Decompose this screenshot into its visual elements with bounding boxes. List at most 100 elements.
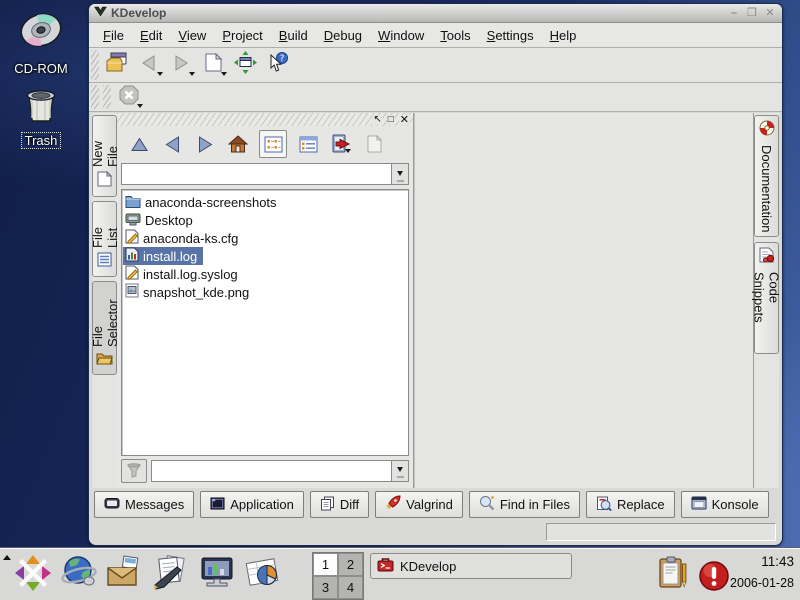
presentation-button[interactable] — [198, 555, 236, 595]
alert-icon[interactable] — [698, 560, 730, 597]
tab-find-in-files[interactable]: Find in Files — [469, 491, 580, 518]
pager-desktop-3[interactable]: 3 — [313, 576, 338, 599]
dropdown-arrow-icon[interactable] — [221, 72, 227, 79]
desktop-icon-label[interactable]: Trash — [21, 132, 62, 149]
toolbar-handle[interactable] — [91, 85, 99, 109]
switch-window-icon — [234, 51, 257, 79]
combo-dropdown-button[interactable] — [391, 461, 408, 481]
tab-code-snippets[interactable]: Code Snippets — [754, 242, 779, 354]
menu-view[interactable]: View — [170, 25, 214, 46]
word-processor-button[interactable] — [152, 555, 190, 595]
file-row[interactable]: anaconda-ks.cfg — [123, 229, 407, 247]
new-file-button[interactable] — [197, 51, 229, 79]
folder-icon — [125, 194, 141, 211]
filter-input[interactable] — [152, 461, 391, 481]
new-file-icon — [97, 167, 112, 192]
file-row[interactable]: anaconda-screenshots — [123, 193, 407, 211]
tab-replace[interactable]: Replace — [586, 491, 675, 518]
detailed-view-button[interactable] — [296, 132, 320, 156]
tab-diff[interactable]: Diff — [310, 491, 369, 518]
tab-konsole[interactable]: Konsole — [681, 491, 769, 518]
filter-button[interactable] — [121, 459, 147, 483]
menu-project[interactable]: Project — [214, 25, 270, 46]
tab-application[interactable]: Application — [200, 491, 304, 518]
undock-icon[interactable]: ↖ — [372, 115, 382, 125]
menu-help[interactable]: Help — [542, 25, 585, 46]
tab-valgrind[interactable]: Valgrind — [375, 491, 463, 518]
dropdown-arrow-icon[interactable] — [345, 149, 351, 156]
dropdown-arrow-icon[interactable] — [189, 72, 195, 79]
spreadsheet-button[interactable] — [244, 555, 282, 595]
switch-window-button[interactable] — [229, 51, 261, 79]
filter-combo[interactable] — [151, 460, 409, 482]
back-button[interactable] — [133, 51, 165, 79]
file-row-selected[interactable]: install.log — [123, 247, 203, 265]
file-row[interactable]: snapshot_kde.png — [123, 283, 407, 301]
menu-edit[interactable]: Edit — [132, 25, 170, 46]
desktop-icon-cdrom[interactable]: CD-ROM — [8, 7, 74, 76]
home-button[interactable] — [226, 132, 250, 156]
toolbar-handle[interactable] — [103, 85, 111, 109]
tab-file-list[interactable]: File List — [92, 201, 117, 277]
file-row[interactable]: install.log.syslog — [123, 265, 407, 283]
desktop-icon-trash[interactable]: Trash — [8, 84, 74, 149]
open-project-button[interactable] — [101, 51, 133, 79]
maximize-button[interactable]: ❐ — [745, 7, 759, 20]
menu-settings[interactable]: Settings — [479, 25, 542, 46]
close-icon[interactable]: ✕ — [399, 115, 410, 125]
menu-tools[interactable]: Tools — [432, 25, 478, 46]
location-combo[interactable] — [121, 163, 409, 185]
clock[interactable]: 11:43 2006-01-28 — [730, 554, 794, 590]
pager-desktop-4[interactable]: 4 — [338, 576, 363, 599]
forward-button[interactable] — [193, 132, 217, 156]
stop-button[interactable] — [113, 83, 145, 111]
trash-icon[interactable] — [20, 84, 62, 129]
tab-messages[interactable]: Messages — [94, 491, 194, 518]
dock-header[interactable]: ↖ □ ✕ — [117, 113, 413, 126]
combo-dropdown-button[interactable] — [391, 164, 408, 184]
menu-window[interactable]: Window — [370, 25, 432, 46]
pager-desktop-2[interactable]: 2 — [338, 553, 363, 576]
desktop-icon-label[interactable]: CD-ROM — [11, 61, 70, 76]
up-button[interactable] — [127, 132, 151, 156]
location-input[interactable] — [122, 164, 391, 184]
menu-debug[interactable]: Debug — [316, 25, 370, 46]
status-field — [546, 523, 776, 541]
forward-button[interactable] — [165, 51, 197, 79]
maximize-icon[interactable]: □ — [387, 115, 395, 125]
minimize-button[interactable]: – — [727, 7, 741, 20]
editor-area[interactable] — [414, 113, 753, 488]
file-row[interactable]: Desktop — [123, 211, 407, 229]
whats-this-button[interactable]: ? — [261, 51, 293, 79]
open-project-icon — [105, 51, 129, 80]
close-button[interactable]: ✕ — [763, 7, 777, 20]
short-view-button[interactable] — [259, 130, 287, 158]
application-icon — [210, 497, 225, 513]
back-button[interactable] — [160, 132, 184, 156]
titlebar[interactable]: KDevelop – ❐ ✕ — [89, 4, 782, 23]
clipboard-icon[interactable] — [658, 555, 688, 596]
file-list[interactable]: anaconda-screenshots Desktop — [121, 189, 409, 456]
menu-build[interactable]: Build — [271, 25, 316, 46]
menu-file[interactable]: File — [95, 25, 132, 46]
task-button-kdevelop[interactable]: KDevelop — [370, 553, 572, 579]
web-browser-button[interactable] — [60, 555, 98, 595]
presentation-icon — [198, 554, 236, 597]
kde-menu-button[interactable] — [14, 555, 52, 595]
forward-icon — [171, 53, 191, 78]
dropdown-arrow-icon[interactable] — [157, 72, 163, 79]
tab-new-file[interactable]: New File — [92, 115, 117, 197]
new-file-button[interactable] — [362, 132, 386, 156]
email-button[interactable] — [106, 555, 144, 595]
tab-label: File List — [90, 206, 120, 248]
open-folder-icon — [96, 347, 113, 370]
dropdown-arrow-icon[interactable] — [137, 104, 143, 111]
window-title: KDevelop — [111, 6, 723, 20]
toolbar-handle[interactable] — [91, 50, 99, 80]
pager-desktop-1[interactable]: 1 — [313, 553, 338, 576]
tab-file-selector[interactable]: File Selector — [92, 281, 117, 375]
tab-documentation[interactable]: Documentation — [754, 115, 779, 237]
panel-hide-arrow-icon[interactable] — [3, 551, 11, 560]
cdrom-icon[interactable] — [14, 7, 68, 58]
sync-button[interactable] — [329, 132, 353, 156]
